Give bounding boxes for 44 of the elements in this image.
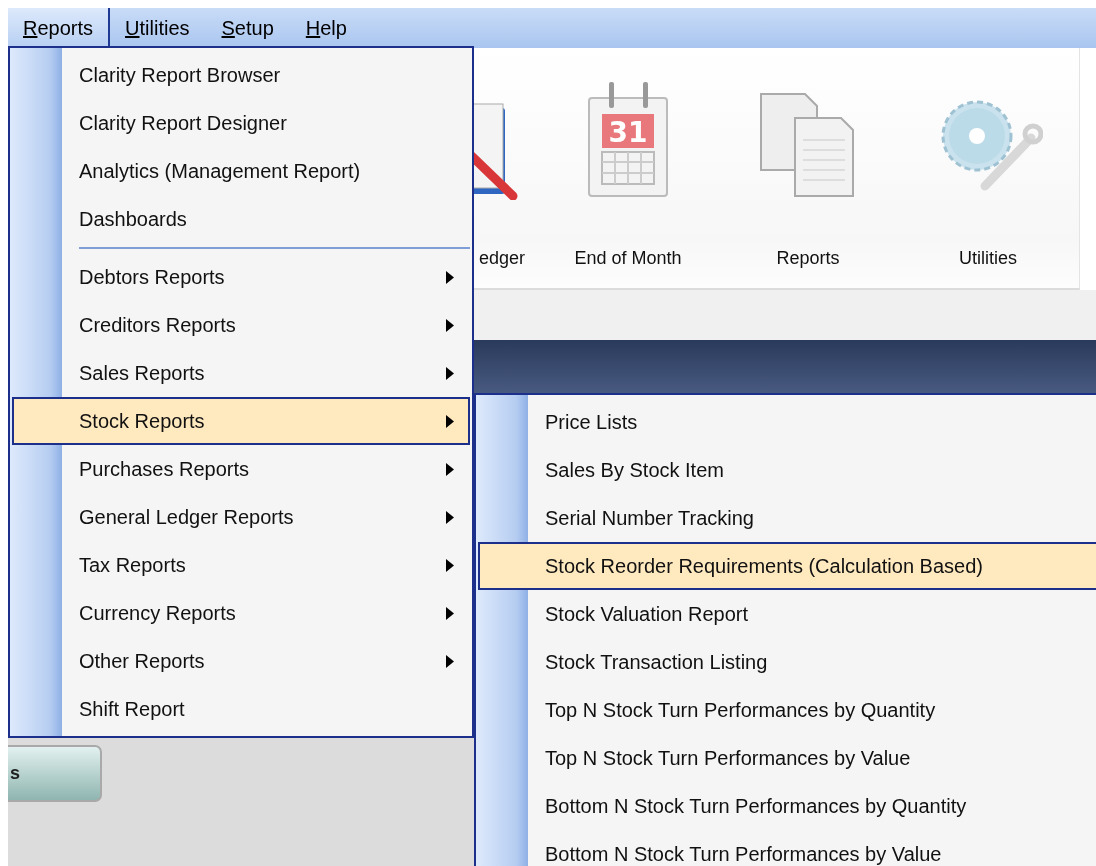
menu-item[interactable]: Shift Report [12, 685, 470, 733]
menu-item[interactable]: Sales By Stock Item [478, 446, 1096, 494]
menu-item[interactable]: Purchases Reports [12, 445, 470, 493]
menu-item[interactable]: Stock Valuation Report [478, 590, 1096, 638]
menu-item[interactable]: Stock Transaction Listing [478, 638, 1096, 686]
menu-item[interactable]: General Ledger Reports [12, 493, 470, 541]
menu-item[interactable]: Debtors Reports [12, 253, 470, 301]
toolbar-label[interactable]: edger [478, 248, 525, 269]
menu-item[interactable]: Dashboards [12, 195, 470, 243]
menu-bar-item[interactable]: Help [290, 8, 364, 48]
menu-item[interactable]: Currency Reports [12, 589, 470, 637]
menu-item[interactable]: Clarity Report Designer [12, 99, 470, 147]
menu-item[interactable]: Clarity Report Browser [12, 51, 470, 99]
menu-item[interactable]: Top N Stock Turn Performances by Quantity [478, 686, 1096, 734]
menu-item[interactable]: Sales Reports [12, 349, 470, 397]
calendar-icon[interactable] [588, 82, 668, 197]
submenu-arrow-icon [446, 270, 454, 284]
menu-item[interactable]: Stock Reports [12, 397, 470, 445]
toolbar-label[interactable]: End of Month [574, 248, 682, 269]
menu-item[interactable]: Top N Stock Turn Performances by Value [478, 734, 1096, 782]
submenu-arrow-icon [446, 414, 454, 428]
submenu-arrow-icon [446, 654, 454, 668]
menu-bar-item[interactable]: Reports [8, 8, 111, 48]
menu-bar-item[interactable]: Utilities [110, 8, 207, 48]
menu-item[interactable]: Bottom N Stock Turn Performances by Value [478, 830, 1096, 866]
menu-item[interactable]: Stock Reorder Requirements (Calculation Based) [478, 542, 1096, 590]
menu-item[interactable]: Bottom N Stock Turn Performances by Quantity [478, 782, 1096, 830]
side-button[interactable]: s [8, 745, 102, 802]
menu-bar-item[interactable]: Setup [206, 8, 291, 48]
menu-item[interactable]: Creditors Reports [12, 301, 470, 349]
submenu-arrow-icon [446, 318, 454, 332]
submenu-arrow-icon [446, 462, 454, 476]
toolbar-label[interactable]: Reports [776, 248, 840, 269]
menu-item[interactable]: Other Reports [12, 637, 470, 685]
toolbar-label[interactable]: Utilities [959, 248, 1017, 269]
menu-item[interactable]: Analytics (Management Report) [12, 147, 470, 195]
submenu-arrow-icon [446, 606, 454, 620]
calendar-date: 31 [608, 116, 648, 149]
submenu-arrow-icon [446, 510, 454, 524]
menu-item[interactable]: Serial Number Tracking [478, 494, 1096, 542]
submenu-arrow-icon [446, 558, 454, 572]
menu-item[interactable]: Price Lists [478, 398, 1096, 446]
submenu-arrow-icon [446, 366, 454, 380]
menu-item[interactable]: Tax Reports [12, 541, 470, 589]
